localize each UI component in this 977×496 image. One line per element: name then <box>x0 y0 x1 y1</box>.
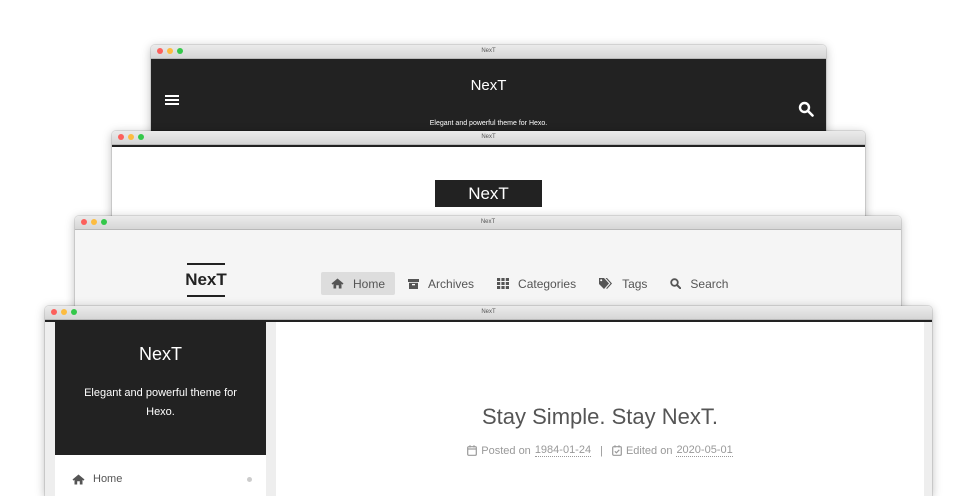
post-title[interactable]: Stay Simple. Stay NexT. <box>276 404 924 430</box>
nav-item-archives[interactable]: Archives <box>398 272 484 295</box>
brand-line-bottom <box>187 295 225 297</box>
window-titlebar: NexT <box>45 306 932 320</box>
calendar-check-icon <box>612 445 622 456</box>
meta-separator: | <box>600 444 603 457</box>
nav-item-tags[interactable]: Tags <box>589 272 657 295</box>
grid-icon <box>497 278 510 289</box>
sidebar-item-home[interactable]: Home <box>72 467 252 491</box>
home-icon <box>331 278 344 289</box>
search-icon <box>670 278 682 289</box>
site-subtitle: Elegant and powerful theme for Hexo. <box>429 120 548 127</box>
window-title: NexT <box>481 48 496 54</box>
calendar-icon <box>467 445 478 456</box>
hamburger-icon[interactable] <box>165 95 179 106</box>
site-brand: NexT Elegant and powerful theme for Hexo… <box>55 322 266 455</box>
archive-icon <box>408 278 420 289</box>
window-titlebar: NexT <box>151 45 826 59</box>
active-dot-indicator <box>247 477 252 482</box>
posted-date[interactable]: 1984-01-24 <box>534 444 592 457</box>
nav-item-categories[interactable]: Categories <box>487 272 586 295</box>
nav-item-search[interactable]: Search <box>660 272 738 295</box>
nav-label: Search <box>690 276 729 291</box>
site-title[interactable]: NexT <box>55 322 266 365</box>
edited-date[interactable]: 2020-05-01 <box>676 444 733 457</box>
main-content: Stay Simple. Stay NexT. Posted on 1984-0… <box>276 322 924 496</box>
nav-label: Tags <box>622 276 648 291</box>
posted-label: Posted on <box>481 444 531 457</box>
window-titlebar: NexT <box>75 216 901 230</box>
sidebar: NexT Elegant and powerful theme for Hexo… <box>55 322 266 496</box>
page-body: NexT Elegant and powerful theme for Hexo… <box>45 320 932 496</box>
nav-label: Archives <box>428 276 475 291</box>
window-title: NexT <box>480 219 496 225</box>
edited-label: Edited on <box>625 444 673 457</box>
post-meta: Posted on 1984-01-24 | Edited on 2020-05… <box>276 444 924 457</box>
window-sidebar-scheme: NexT NexT Elegant and powerful theme for… <box>45 306 932 496</box>
sidebar-menu: Home <box>55 455 266 496</box>
search-icon[interactable] <box>798 101 814 117</box>
window-title: NexT <box>481 134 496 140</box>
tags-icon <box>599 278 613 289</box>
site-brand[interactable]: NexT <box>183 263 229 297</box>
window-titlebar: NexT <box>112 131 865 145</box>
home-icon <box>72 474 85 484</box>
sidebar-item-label: Home <box>93 473 123 485</box>
window-title: NexT <box>481 309 496 315</box>
site-logo[interactable]: NexT <box>435 180 542 207</box>
site-subtitle: Elegant and powerful theme for Hexo. <box>84 387 237 418</box>
main-nav: Home Archives Categories Tags Search <box>321 272 741 295</box>
nav-label: Home <box>353 276 386 291</box>
nav-item-home[interactable]: Home <box>321 272 396 295</box>
nav-label: Categories <box>518 276 577 291</box>
site-title[interactable]: NexT <box>183 265 229 295</box>
site-title[interactable]: NexT <box>151 77 826 94</box>
